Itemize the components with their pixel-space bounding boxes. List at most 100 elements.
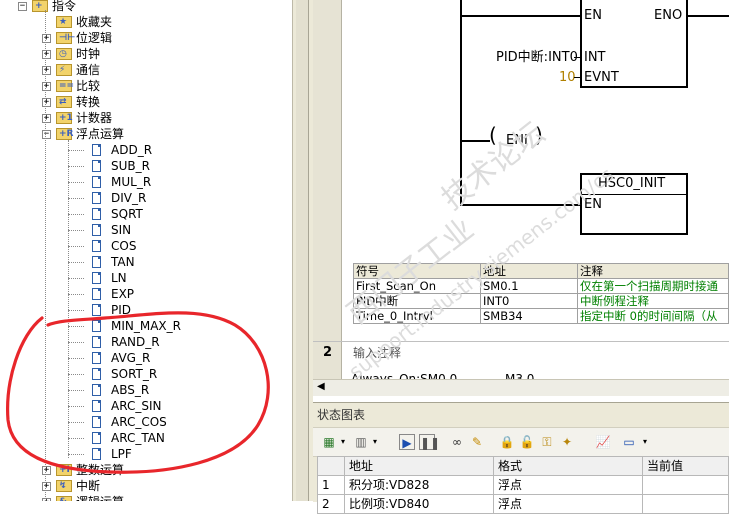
dropdown-arrow-icon[interactable]: ▾ [371,434,379,450]
address-header[interactable]: 地址 [344,456,494,476]
tree-item[interactable]: + ◷ 时钟 [0,46,292,62]
lock-icon[interactable]: 🔒 [499,434,515,450]
tree-item[interactable]: − +R 浮点运算 [0,126,292,142]
dropdown-arrow-icon[interactable]: ▾ [339,434,347,450]
folder-glyph-icon: ⚡ [59,65,66,75]
collapse-icon[interactable]: − [18,2,27,11]
trend-chart-icon[interactable]: 📈 [595,434,611,450]
tree-item[interactable]: ADD_R [0,142,292,158]
tree-item-label: 比较 [76,79,101,93]
play-icon[interactable]: ▶ [399,434,415,450]
splitter-grip[interactable] [296,0,309,501]
network-comment[interactable]: 输入注释 [353,346,401,361]
tree-item-label: EXP [111,287,135,301]
tree-item[interactable]: SQRT [0,206,292,222]
current-value-header[interactable]: 当前值 [642,456,729,476]
status-chart-panel[interactable]: 状态图表 ▦ ▾ ▥ ▾ ▶ ❚❚ ∞ ✎ 🔒 🔓 ⚿ ✦ 📈 ▭ ▾ 地址 格… [313,402,729,514]
tree-item-label: DIV_R [111,191,147,205]
pause-icon[interactable]: ❚❚ [419,434,440,450]
tree-item[interactable]: EXP [0,286,292,302]
tree-item[interactable]: SUB_R [0,158,292,174]
row-number: 2 [317,494,345,514]
tree-item[interactable]: SIN [0,222,292,238]
tree-item[interactable]: DIV_R [0,190,292,206]
instruction-icon [92,272,101,284]
instruction-icon [92,208,101,220]
tree-item[interactable]: + ⚡ 通信 [0,62,292,78]
folder-glyph-icon: ◷ [59,49,67,59]
tree-item[interactable]: + ⊣⊢ 位逻辑 [0,30,292,46]
int-pin: INT [584,50,606,65]
tree-item[interactable]: ★ 收藏夹 [0,14,292,30]
pane-splitter[interactable] [292,0,313,501]
tree-item[interactable]: + ⇄ 转换 [0,94,292,110]
status-chart-grid[interactable]: 地址 格式 当前值 1 积分项:VD828 浮点 2 比例项:VD840 浮点 [317,456,729,514]
tree-item[interactable]: ARC_TAN [0,430,292,446]
tree-item[interactable]: + == 比较 [0,78,292,94]
program-editor[interactable]: EN ENO PID中断:INT0 INT 10 EVNT ( ENI ) HS… [313,0,729,396]
instruction-tree[interactable]: − + 指令 ★ 收藏夹 + ⊣⊢ 位逻辑 + ◷ 时钟 + ⚡ 通信 + == 比较 + ⇄ 转换 + +1 计数器 − +R… [0,0,292,501]
tree-item[interactable]: COS [0,238,292,254]
tree-item[interactable]: + ↯ 中断 [0,478,292,494]
table-row[interactable]: 2 比例项:VD840 浮点 [317,494,729,514]
horizontal-scrollbar[interactable]: ◀ [313,379,729,396]
tree-item-label: 通信 [76,63,101,77]
tree-item[interactable]: RAND_R [0,334,292,350]
instruction-icon [92,352,101,364]
tree-guide-line [45,10,46,501]
table-row[interactable]: 1 积分项:VD828 浮点 [317,475,729,495]
tree-item[interactable]: MUL_R [0,174,292,190]
tree-item[interactable]: − + 指令 [0,0,292,14]
format-cell[interactable]: 浮点 [493,494,643,514]
tree-item[interactable]: + +1 计数器 [0,110,292,126]
tree-item[interactable]: LN [0,270,292,286]
tree-item[interactable]: TAN [0,254,292,270]
scroll-left-arrow[interactable]: ◀ [317,381,325,392]
instruction-icon [92,368,101,380]
expand-icon[interactable]: + [42,482,51,491]
folder-glyph-icon: ⇄ [59,97,67,107]
eni-coil[interactable]: ENI [506,133,528,148]
int-operand[interactable]: PID中断:INT0 [496,50,578,65]
tree-item[interactable]: MIN_MAX_R [0,318,292,334]
read-force-icon[interactable]: ✦ [559,434,575,450]
symbol-cell: First_Scan_On [353,278,481,294]
tree-item[interactable]: ARC_SIN [0,398,292,414]
expand-icon[interactable]: + [42,50,51,59]
address-cell[interactable]: 比例项:VD840 [344,494,494,514]
format-header[interactable]: 格式 [493,456,643,476]
collapse-icon[interactable]: − [42,130,51,139]
instruction-icon [92,320,101,332]
expand-icon[interactable]: + [42,114,51,123]
tree-guide-line [68,140,69,458]
pencil-icon[interactable]: ✎ [469,434,485,450]
lock-all-icon[interactable]: ⚿ [539,434,555,450]
display-icon[interactable]: ▭ [621,434,637,450]
tree-item[interactable]: LPF [0,446,292,462]
address-cell[interactable]: 积分项:VD828 [344,475,494,495]
tree-item[interactable]: + +I 整数运算 [0,462,292,478]
expand-icon[interactable]: + [42,98,51,107]
add-row-icon[interactable]: ▦ [321,434,337,450]
value-cell [642,494,729,514]
tree-item[interactable]: AVG_R [0,350,292,366]
unlock-icon[interactable]: 🔓 [519,434,535,450]
folder-icon: +I [56,464,72,476]
format-cell[interactable]: 浮点 [493,475,643,495]
tree-item[interactable]: +&逻辑运算 [0,494,292,501]
expand-icon[interactable]: + [42,82,51,91]
expand-icon[interactable]: + [42,66,51,75]
value-cell [642,475,729,495]
network-2[interactable]: 2 输入注释 Always_On:SM0.0 M3.0 [313,341,729,386]
tree-connector [68,406,84,407]
tree-item[interactable]: ARC_COS [0,414,292,430]
dropdown-arrow-icon[interactable]: ▾ [641,434,649,450]
tree-item[interactable]: SORT_R [0,366,292,382]
tree-item[interactable]: PID [0,302,292,318]
glasses-icon[interactable]: ∞ [449,434,465,450]
insert-icon[interactable]: ▥ [353,434,369,450]
folder-glyph-icon: ↯ [59,481,67,491]
expand-icon[interactable]: + [42,34,51,43]
expand-icon[interactable]: + [42,466,51,475]
tree-item[interactable]: ABS_R [0,382,292,398]
